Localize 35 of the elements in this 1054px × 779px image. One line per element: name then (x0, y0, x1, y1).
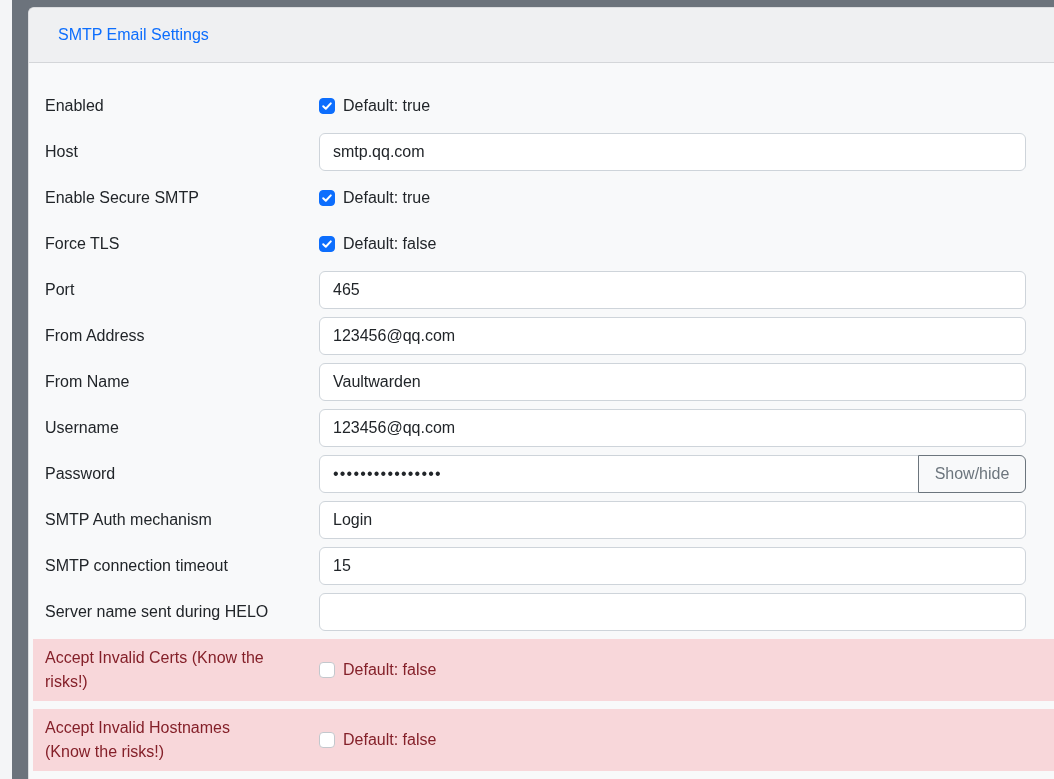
section-title-link[interactable]: SMTP Email Settings (58, 23, 209, 47)
setting-label: From Address (45, 327, 145, 344)
input-field[interactable]: 123456@qq.com (319, 409, 1026, 447)
checkbox[interactable] (319, 236, 335, 252)
setting-label: Accept Invalid Certs (Know the risks!) (45, 649, 264, 690)
setting-label: Server name sent during HELO (45, 603, 269, 620)
setting-label: Enable Secure SMTP (45, 189, 199, 206)
password-field[interactable]: •••••••••••••••• (319, 455, 919, 493)
input-field[interactable]: Vaultwarden (319, 363, 1026, 401)
default-note: Default: false (343, 730, 437, 750)
setting-label: SMTP connection timeout (45, 557, 228, 574)
input-field[interactable]: 465 (319, 271, 1026, 309)
checkbox[interactable] (319, 732, 335, 748)
input-field[interactable]: 15 (319, 547, 1026, 585)
input-field[interactable]: Login (319, 501, 1026, 539)
checkbox[interactable] (319, 662, 335, 678)
setting-label: Host (45, 143, 78, 160)
checkbox[interactable] (319, 98, 335, 114)
setting-label: Accept Invalid Hostnames (Know the risks!) (45, 719, 230, 760)
default-note: Default: true (343, 188, 431, 208)
default-note: Default: false (343, 660, 437, 680)
setting-label: Port (45, 281, 75, 298)
default-note: Default: false (343, 234, 437, 254)
show-hide-button[interactable]: Show/hide (918, 455, 1026, 493)
setting-label: Enabled (45, 97, 104, 114)
setting-label: From Name (45, 373, 130, 390)
setting-label: SMTP Auth mechanism (45, 511, 212, 528)
checkbox[interactable] (319, 190, 335, 206)
setting-label: Username (45, 419, 119, 436)
input-field[interactable]: smtp.qq.com (319, 133, 1026, 171)
input-field[interactable]: 123456@qq.com (319, 317, 1026, 355)
setting-label: Force TLS (45, 235, 120, 252)
default-note: Default: true (343, 96, 431, 116)
input-field[interactable] (319, 593, 1026, 631)
setting-label: Password (45, 465, 116, 482)
